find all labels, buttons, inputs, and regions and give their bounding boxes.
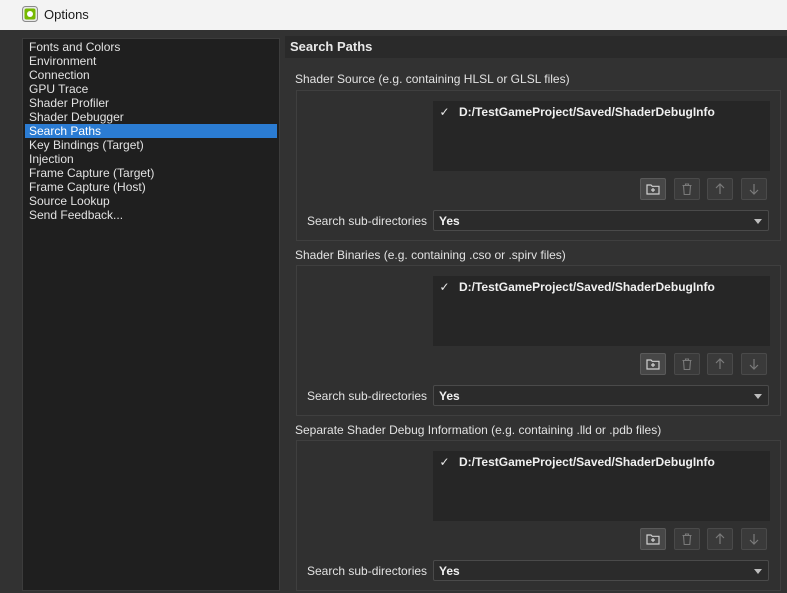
window-title: Options — [44, 7, 89, 22]
arrow-up-icon — [715, 533, 725, 544]
move-up-button[interactable] — [707, 178, 733, 200]
path-enabled-checkbox[interactable]: ✓ — [438, 455, 451, 469]
sidebar-item-send-feedback[interactable]: Send Feedback... — [25, 208, 277, 222]
sidebar-item-gpu-trace[interactable]: GPU Trace — [25, 82, 277, 96]
app-logo-icon — [22, 6, 38, 22]
move-down-button[interactable] — [741, 353, 767, 375]
sidebar-item-frame-capture-target[interactable]: Frame Capture (Target) — [25, 166, 277, 180]
sidebar-item-search-paths[interactable]: Search Paths — [25, 124, 277, 138]
add-path-button[interactable] — [640, 178, 666, 200]
path-enabled-checkbox[interactable]: ✓ — [438, 105, 451, 119]
dropdown-value: Yes — [439, 564, 460, 578]
add-folder-icon — [646, 534, 660, 545]
sidebar-item-key-bindings-target[interactable]: Key Bindings (Target) — [25, 138, 277, 152]
shader-source-group-title: Shader Source (e.g. containing HLSL or G… — [295, 72, 570, 86]
sidebar-item-shader-debugger[interactable]: Shader Debugger — [25, 110, 277, 124]
path-entry[interactable]: ✓ D:/TestGameProject/Saved/ShaderDebugIn… — [438, 104, 715, 120]
remove-path-button[interactable] — [674, 178, 700, 200]
debug-info-path-list[interactable]: ✓ D:/TestGameProject/Saved/ShaderDebugIn… — [433, 451, 770, 521]
path-entry[interactable]: ✓ D:/TestGameProject/Saved/ShaderDebugIn… — [438, 454, 715, 470]
search-subdirectories-select[interactable]: Yes — [433, 385, 769, 406]
add-folder-icon — [646, 359, 660, 370]
shader-source-group: ✓ D:/TestGameProject/Saved/ShaderDebugIn… — [296, 90, 781, 241]
page-title: Search Paths — [285, 36, 787, 58]
sidebar-item-shader-profiler[interactable]: Shader Profiler — [25, 96, 277, 110]
trash-icon — [682, 183, 692, 196]
debug-info-group-title: Separate Shader Debug Information (e.g. … — [295, 423, 662, 437]
move-down-button[interactable] — [741, 528, 767, 550]
arrow-down-icon — [749, 359, 759, 370]
trash-icon — [682, 358, 692, 371]
search-subdirectories-label: Search sub-directories — [307, 214, 428, 228]
path-text: D:/TestGameProject/Saved/ShaderDebugInfo — [459, 280, 715, 294]
search-paths-panel: Search Paths Shader Source (e.g. contain… — [285, 36, 787, 593]
chevron-down-icon — [754, 219, 762, 224]
arrow-up-icon — [715, 358, 725, 369]
search-subdirectories-label: Search sub-directories — [307, 389, 428, 403]
arrow-up-icon — [715, 183, 725, 194]
title-bar: Options — [0, 0, 787, 30]
path-text: D:/TestGameProject/Saved/ShaderDebugInfo — [459, 455, 715, 469]
path-enabled-checkbox[interactable]: ✓ — [438, 280, 451, 294]
move-down-button[interactable] — [741, 178, 767, 200]
debug-info-group: ✓ D:/TestGameProject/Saved/ShaderDebugIn… — [296, 440, 781, 591]
sidebar-item-source-lookup[interactable]: Source Lookup — [25, 194, 277, 208]
dropdown-value: Yes — [439, 214, 460, 228]
remove-path-button[interactable] — [674, 528, 700, 550]
path-text: D:/TestGameProject/Saved/ShaderDebugInfo — [459, 105, 715, 119]
shader-binaries-group-title: Shader Binaries (e.g. containing .cso or… — [295, 248, 566, 262]
sidebar-item-fonts-and-colors[interactable]: Fonts and Colors — [25, 40, 277, 54]
chevron-down-icon — [754, 394, 762, 399]
arrow-down-icon — [749, 534, 759, 545]
add-path-button[interactable] — [640, 528, 666, 550]
search-subdirectories-select[interactable]: Yes — [433, 560, 769, 581]
sidebar-item-environment[interactable]: Environment — [25, 54, 277, 68]
search-subdirectories-select[interactable]: Yes — [433, 210, 769, 231]
add-path-button[interactable] — [640, 353, 666, 375]
sidebar-item-injection[interactable]: Injection — [25, 152, 277, 166]
options-window: Fonts and Colors Environment Connection … — [0, 30, 787, 593]
shader-binaries-path-list[interactable]: ✓ D:/TestGameProject/Saved/ShaderDebugIn… — [433, 276, 770, 346]
dropdown-value: Yes — [439, 389, 460, 403]
move-up-button[interactable] — [707, 353, 733, 375]
trash-icon — [682, 533, 692, 546]
search-subdirectories-label: Search sub-directories — [307, 564, 428, 578]
move-up-button[interactable] — [707, 528, 733, 550]
remove-path-button[interactable] — [674, 353, 700, 375]
options-sidebar: Fonts and Colors Environment Connection … — [22, 38, 280, 591]
sidebar-item-connection[interactable]: Connection — [25, 68, 277, 82]
add-folder-icon — [646, 184, 660, 195]
path-entry[interactable]: ✓ D:/TestGameProject/Saved/ShaderDebugIn… — [438, 279, 715, 295]
shader-source-path-list[interactable]: ✓ D:/TestGameProject/Saved/ShaderDebugIn… — [433, 101, 770, 171]
shader-binaries-group: ✓ D:/TestGameProject/Saved/ShaderDebugIn… — [296, 265, 781, 416]
chevron-down-icon — [754, 569, 762, 574]
sidebar-item-frame-capture-host[interactable]: Frame Capture (Host) — [25, 180, 277, 194]
arrow-down-icon — [749, 184, 759, 195]
